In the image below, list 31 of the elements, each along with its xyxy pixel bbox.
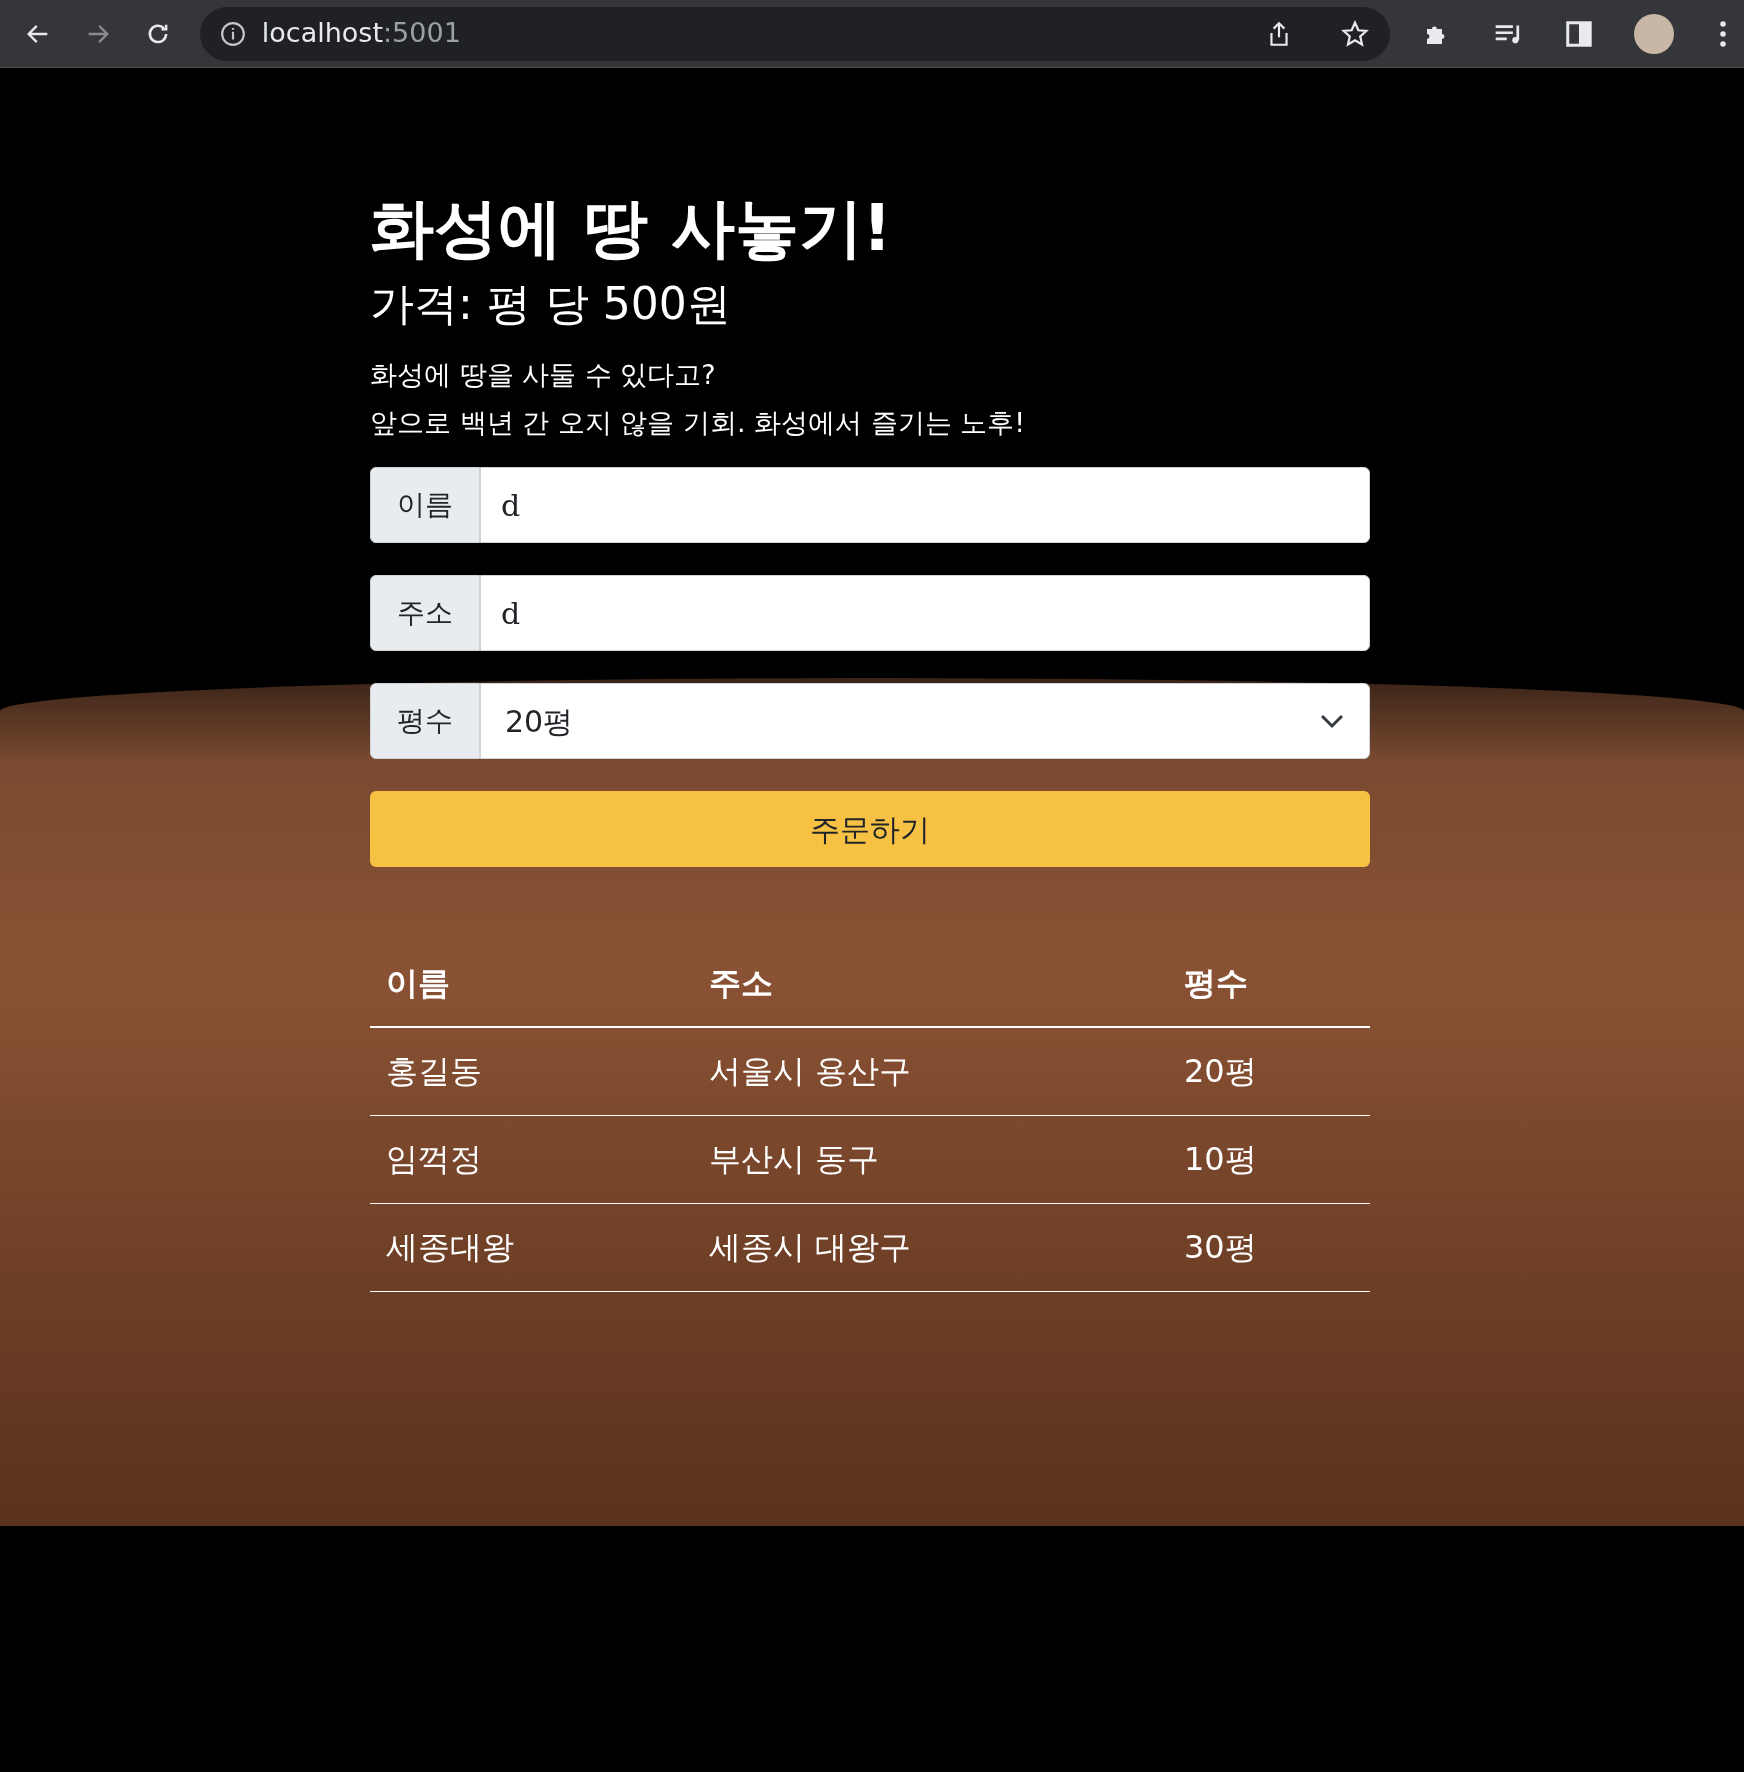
table-cell: 20평 xyxy=(1168,1027,1370,1115)
table-cell: 10평 xyxy=(1168,1115,1370,1203)
column-header: 평수 xyxy=(1168,939,1370,1027)
table-cell: 세종대왕 xyxy=(370,1203,693,1291)
address-bar[interactable]: localhost:5001 xyxy=(199,6,1391,61)
url-text: localhost:5001 xyxy=(261,16,461,51)
field-label: 이름 xyxy=(370,467,480,543)
table-cell: 부산시 동구 xyxy=(693,1115,1168,1203)
table-cell: 홍길동 xyxy=(370,1027,693,1115)
text-input-field[interactable]: d xyxy=(480,467,1370,543)
intro-text: 앞으로 백년 간 오지 않을 기회. 화성에서 즐기는 노후! xyxy=(370,406,1027,440)
dropdown-select[interactable]: 20평 xyxy=(480,683,1370,759)
chevron-down-icon xyxy=(1319,713,1345,729)
page-title: 화성에 땅 사놓기! xyxy=(370,190,893,267)
table-cell: 30평 xyxy=(1168,1203,1370,1291)
price-subtitle: 가격: 평 당 500원 xyxy=(370,277,732,331)
intro-text: 화성에 땅을 사둘 수 있다고? xyxy=(370,358,717,392)
table-cell: 임꺽정 xyxy=(370,1115,693,1203)
order-button[interactable]: 주문하기 xyxy=(370,791,1370,867)
field-label: 평수 xyxy=(370,683,480,759)
info-icon[interactable] xyxy=(219,20,246,47)
menu-icon[interactable] xyxy=(1718,18,1728,49)
column-header: 주소 xyxy=(693,939,1168,1027)
side-panel-icon[interactable] xyxy=(1564,18,1595,49)
avatar[interactable] xyxy=(1634,13,1674,54)
star-icon[interactable] xyxy=(1340,18,1371,49)
column-header: 이름 xyxy=(370,939,693,1027)
field-label: 주소 xyxy=(370,575,480,651)
text-input-field[interactable]: d xyxy=(480,575,1370,651)
table-cell: 세종시 대왕구 xyxy=(693,1203,1168,1291)
table-cell: 서울시 용산구 xyxy=(693,1027,1168,1115)
